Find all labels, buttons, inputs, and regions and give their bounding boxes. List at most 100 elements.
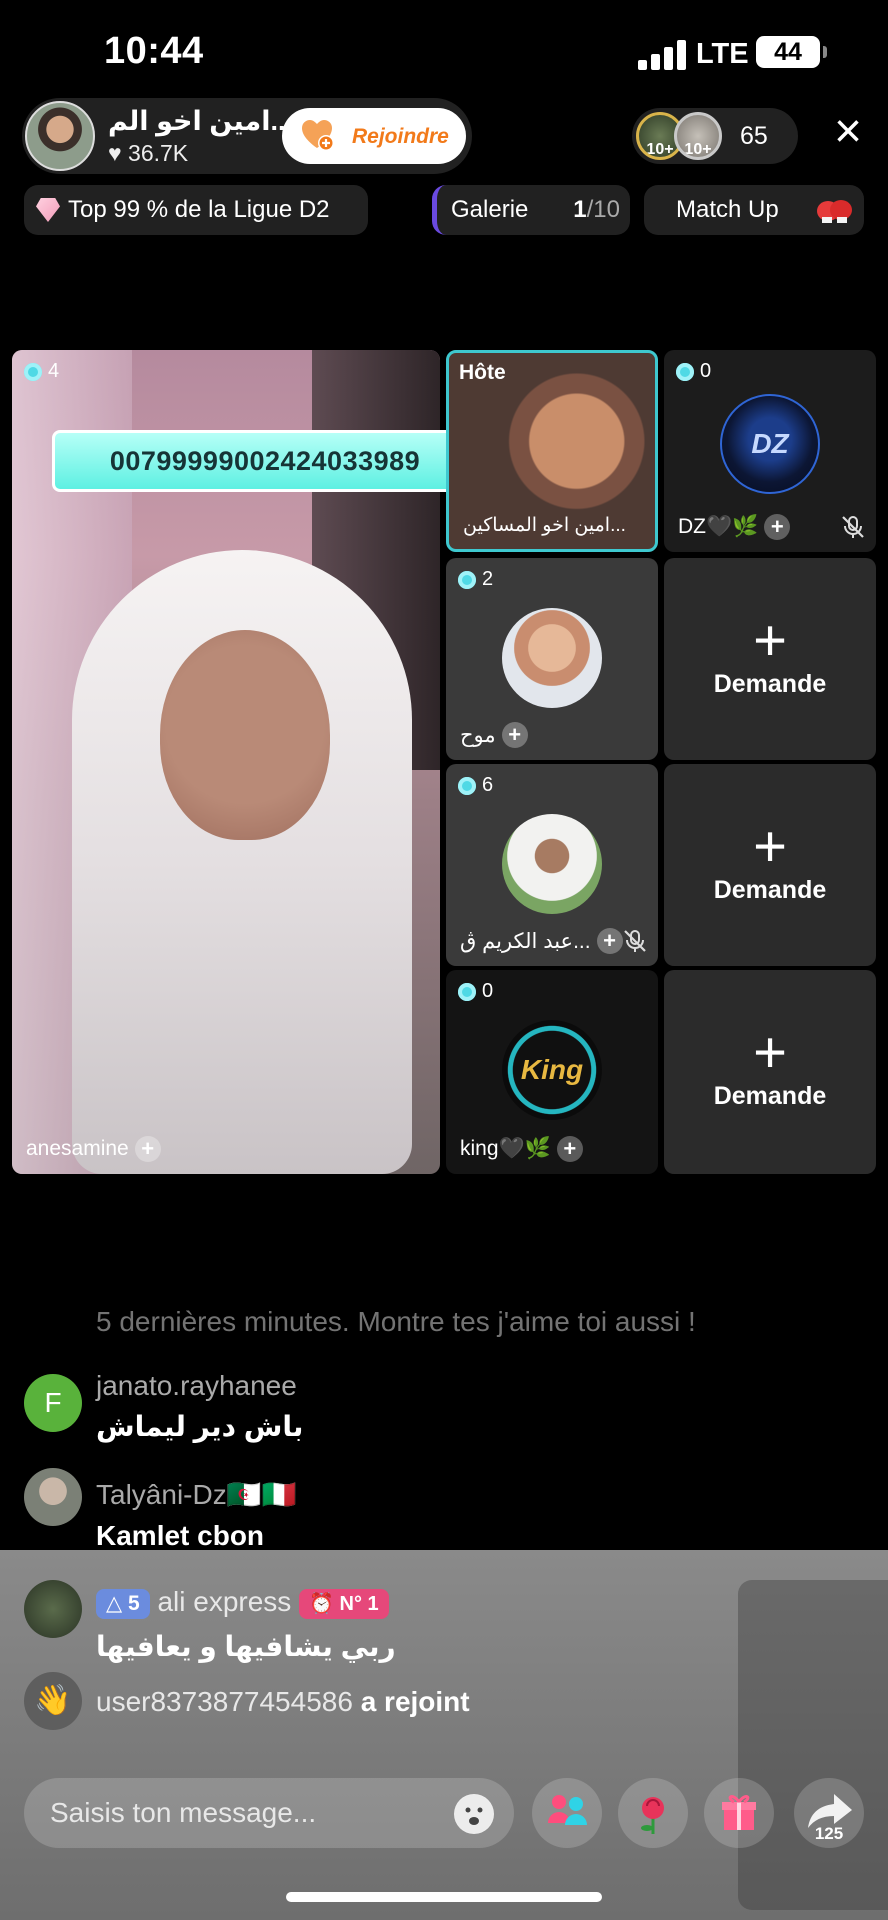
heart-icon: ♥: [108, 140, 122, 166]
gift-count: 4: [48, 360, 60, 382]
comment-avatar[interactable]: F: [24, 1374, 82, 1432]
guest-name-label: DZ🖤🌿: [678, 515, 759, 538]
follow-plus-icon[interactable]: +: [556, 1136, 583, 1162]
mic-muted-icon: [842, 516, 864, 538]
share-button[interactable]: 125: [794, 1778, 864, 1848]
host-avatar[interactable]: [25, 101, 95, 171]
status-bar: 10:44 LTE 44: [0, 0, 888, 100]
host-card[interactable]: امين اخو الم... ♥ 36.7K Rejoindre: [22, 98, 472, 174]
multi-guest-button[interactable]: [532, 1778, 602, 1848]
network-type: LTE: [696, 38, 749, 70]
id-banner: 00799999002424033989✦: [52, 430, 484, 492]
comment-avatar[interactable]: [24, 1580, 82, 1638]
matchup-pill[interactable]: Match Up: [644, 185, 864, 235]
gift-count-badge: 4: [24, 360, 59, 383]
message-input-bar[interactable]: [24, 1778, 514, 1848]
guest-name[interactable]: موح +: [460, 722, 528, 748]
status-time: 10:44: [104, 30, 204, 72]
join-label: Rejoindre: [352, 125, 449, 148]
share-count: 125: [814, 1824, 844, 1843]
request-seat-button[interactable]: + Demande: [664, 558, 876, 760]
plus-icon: +: [753, 1020, 787, 1085]
guest-name-label: king🖤🌿: [460, 1137, 551, 1160]
id-banner-text: 00799999002424033989: [109, 446, 421, 476]
guest-tile-king[interactable]: 0 King king🖤🌿 +: [446, 970, 658, 1174]
comment-avatar[interactable]: [24, 1468, 82, 1526]
league-label: Top 99 % de la Ligue D2: [68, 196, 330, 223]
level-badge: △ 5: [96, 1588, 150, 1619]
gallery-count: 1/10: [573, 185, 620, 235]
viewer-badge: 10+: [684, 141, 712, 158]
wave-icon: 👋: [24, 1672, 82, 1730]
follow-plus-icon[interactable]: +: [501, 722, 528, 748]
gift-button[interactable]: [704, 1778, 774, 1848]
guest-tile-abd[interactable]: 6 عبد الكريم ڨ... +: [446, 764, 658, 966]
boxing-gloves-icon: [817, 200, 852, 223]
guest-tile-dz[interactable]: 0 DZ DZ🖤🌿 +: [664, 350, 876, 552]
host-role-label: Hôte: [459, 361, 506, 384]
joined-username[interactable]: user8373877454586: [96, 1686, 353, 1717]
comment-username[interactable]: janato.rayhanee: [96, 1370, 297, 1402]
comment-text: Kamlet cbon: [96, 1520, 265, 1551]
guest-name[interactable]: anesamine +: [26, 1136, 161, 1162]
guest-name[interactable]: DZ🖤🌿 +: [678, 514, 791, 540]
guest-name-label: عبد الكريم ڨ...: [460, 929, 591, 953]
follow-plus-icon[interactable]: +: [596, 928, 623, 954]
guest-avatar: [502, 608, 602, 708]
gift-count-badge: 0: [458, 980, 493, 1003]
matchup-label: Match Up: [676, 196, 779, 223]
gift-count-badge: 6: [458, 774, 493, 797]
comment-text: ربي يشافيها و يعافيها: [96, 1631, 396, 1662]
guest-name[interactable]: عبد الكريم ڨ... +: [460, 928, 623, 954]
video-face: [160, 630, 330, 840]
comment-text: باش دير ليماش: [96, 1411, 304, 1442]
request-label: Demande: [713, 876, 827, 904]
comment-username[interactable]: △ 5 ali express ⏰ N° 1: [96, 1586, 389, 1619]
message-input[interactable]: [50, 1778, 450, 1848]
host-name: امين اخو الم...: [108, 106, 288, 136]
diamond-icon: [36, 198, 60, 222]
gallery-total: /10: [586, 196, 620, 223]
system-message: 5 dernières minutes. Montre tes j'aime t…: [96, 1306, 696, 1337]
blurred-preview: [738, 1580, 888, 1910]
request-label: Demande: [713, 670, 827, 698]
league-pill[interactable]: Top 99 % de la Ligue D2: [24, 185, 368, 235]
gift-icon: [722, 1795, 756, 1830]
close-icon[interactable]: ×: [824, 108, 872, 158]
gift-count: 6: [482, 774, 494, 796]
emoji-icon[interactable]: [454, 1794, 494, 1834]
guest-name[interactable]: king🖤🌿 +: [460, 1136, 583, 1162]
coin-icon: [458, 982, 476, 1001]
follow-plus-icon[interactable]: +: [764, 514, 791, 540]
rose-gift-button[interactable]: [618, 1778, 688, 1848]
top-viewer-avatar[interactable]: 10+: [674, 112, 722, 160]
gallery-pill[interactable]: Galerie 1/10: [432, 185, 630, 235]
plus-icon: +: [753, 814, 787, 879]
join-notice: user8373877454586 a rejoint: [96, 1686, 470, 1718]
gift-count-badge: 0: [676, 360, 711, 383]
guest-name-label: anesamine: [26, 1137, 129, 1160]
people-icon: [548, 1795, 587, 1825]
follow-plus-icon[interactable]: +: [134, 1136, 161, 1162]
host-tile[interactable]: Hôte امين اخو المساكين...: [446, 350, 658, 552]
gift-count: 0: [482, 980, 494, 1002]
home-indicator[interactable]: [286, 1892, 602, 1902]
level-number: 5: [127, 1591, 140, 1615]
request-seat-button[interactable]: + Demande: [664, 970, 876, 1174]
host-tile-name: امين اخو المساكين...: [463, 515, 626, 536]
host-likes-count: 36.7K: [128, 140, 189, 166]
heart-plus-icon: [302, 120, 334, 151]
join-button[interactable]: Rejoindre: [282, 108, 466, 164]
guest-tile-moh[interactable]: 2 موح +: [446, 558, 658, 760]
gallery-current: 1: [573, 196, 587, 223]
comment-username[interactable]: Talyâni-Dz🇩🇿🇮🇹: [96, 1478, 296, 1511]
comment-username-label: ali express: [157, 1586, 292, 1617]
guest-avatar: King: [502, 1020, 602, 1120]
rank-badge: ⏰ N° 1: [299, 1588, 389, 1619]
request-seat-button[interactable]: + Demande: [664, 764, 876, 966]
guest-avatar: DZ: [720, 394, 820, 494]
joined-text: a rejoint: [360, 1686, 470, 1717]
viewer-count: 65: [740, 122, 768, 150]
signal-icon: [638, 40, 686, 70]
viewer-list[interactable]: 10+ 10+ 65: [632, 108, 798, 164]
